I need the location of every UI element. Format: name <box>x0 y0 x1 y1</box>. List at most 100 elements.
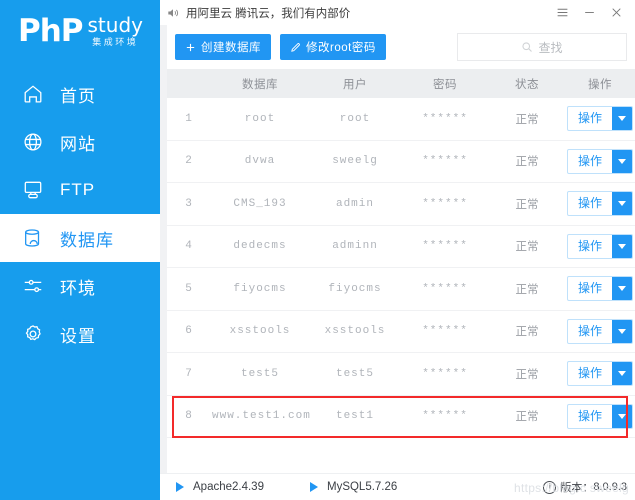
close-icon[interactable] <box>610 6 623 19</box>
sidebar-item-label: 环境 <box>60 274 96 299</box>
cell-status: 正常 <box>489 310 565 353</box>
toolbar: 创建数据库 修改root密码 查找 <box>167 25 635 69</box>
cell-password: ****** <box>401 353 489 396</box>
cell-database: fiyocms <box>211 268 309 311</box>
change-root-password-button[interactable]: 修改root密码 <box>280 34 386 60</box>
table-row[interactable]: 8www.test1.comtest1******正常操作 <box>167 395 635 438</box>
search-input[interactable]: 查找 <box>457 33 627 61</box>
table-row[interactable]: 4dedecmsadminn******正常操作 <box>167 225 635 268</box>
service-mysql[interactable]: MySQL5.7.26 <box>310 481 397 493</box>
cell-user: test1 <box>309 395 401 438</box>
cell-index: 6 <box>167 310 211 353</box>
cell-status: 正常 <box>489 140 565 183</box>
table-header: 数据库 用户 密码 状态 操作 <box>167 69 635 98</box>
cell-password: ****** <box>401 268 489 311</box>
row-action-label: 操作 <box>568 193 612 214</box>
cell-status: 正常 <box>489 395 565 438</box>
cell-action: 操作 <box>565 140 635 183</box>
logo-primary-text: PhP <box>18 16 83 46</box>
cell-password: ****** <box>401 183 489 226</box>
sidebar-item-label: FTP <box>60 180 95 200</box>
cell-user: xsstools <box>309 310 401 353</box>
cell-status: 正常 <box>489 353 565 396</box>
gear-icon <box>22 323 44 345</box>
row-action-button[interactable]: 操作 <box>567 234 633 259</box>
cell-action: 操作 <box>565 395 635 438</box>
chevron-down-icon[interactable] <box>612 405 632 428</box>
cell-password: ****** <box>401 225 489 268</box>
cell-action: 操作 <box>565 183 635 226</box>
play-icon <box>310 482 318 492</box>
content-left-gutter <box>160 25 167 473</box>
row-action-button[interactable]: 操作 <box>567 276 633 301</box>
play-icon <box>176 482 184 492</box>
chevron-down-icon[interactable] <box>612 192 632 215</box>
app-window: PhP study 集成环境 首页 <box>0 0 635 500</box>
row-action-button[interactable]: 操作 <box>567 319 633 344</box>
table-header-row: 数据库 用户 密码 状态 操作 <box>167 69 635 98</box>
chevron-down-icon[interactable] <box>612 277 632 300</box>
table-header-password: 密码 <box>401 69 489 98</box>
cell-action: 操作 <box>565 98 635 140</box>
row-action-label: 操作 <box>568 321 612 342</box>
chevron-down-icon[interactable] <box>612 150 632 173</box>
row-action-button[interactable]: 操作 <box>567 106 633 131</box>
hamburger-icon[interactable] <box>556 6 569 19</box>
cell-database: www.test1.com <box>211 395 309 438</box>
sidebar: PhP study 集成环境 首页 <box>0 0 160 500</box>
cell-user: root <box>309 98 401 140</box>
chevron-down-icon[interactable] <box>612 107 632 130</box>
cell-database: CMS_193 <box>211 183 309 226</box>
sidebar-item-database[interactable]: 数据库 <box>0 214 160 262</box>
table-row[interactable]: 7test5test5******正常操作 <box>167 353 635 396</box>
search-icon <box>521 41 533 53</box>
table-header-database: 数据库 <box>211 69 309 98</box>
cell-action: 操作 <box>565 268 635 311</box>
window-title: 用阿里云 腾讯云，我们有内部价 <box>186 5 556 21</box>
sidebar-item-label: 网站 <box>60 130 96 155</box>
row-action-button[interactable]: 操作 <box>567 191 633 216</box>
table-header-user: 用户 <box>309 69 401 98</box>
content-area: 创建数据库 修改root密码 查找 <box>167 25 635 473</box>
cell-password: ****** <box>401 140 489 183</box>
cell-index: 1 <box>167 98 211 140</box>
cell-status: 正常 <box>489 268 565 311</box>
table-row[interactable]: 5fiyocmsfiyocms******正常操作 <box>167 268 635 311</box>
chevron-down-icon[interactable] <box>612 235 632 258</box>
table-row[interactable]: 6xsstoolsxsstools******正常操作 <box>167 310 635 353</box>
sidebar-item-environment[interactable]: 环境 <box>0 262 160 310</box>
cell-database: dedecms <box>211 225 309 268</box>
status-footer: Apache2.4.39 MySQL5.7.26 https://blog.c … <box>160 473 635 500</box>
service-apache[interactable]: Apache2.4.39 <box>176 481 264 493</box>
minimize-icon[interactable] <box>583 6 596 19</box>
row-action-button[interactable]: 操作 <box>567 404 633 429</box>
chevron-down-icon[interactable] <box>612 320 632 343</box>
table-row[interactable]: 3CMS_193admin******正常操作 <box>167 183 635 226</box>
row-action-button[interactable]: 操作 <box>567 149 633 174</box>
table-header-status: 状态 <box>489 69 565 98</box>
row-action-label: 操作 <box>568 406 612 427</box>
plus-icon <box>185 42 196 53</box>
info-icon: i <box>543 481 556 494</box>
sidebar-item-ftp[interactable]: FTP <box>0 166 160 214</box>
sidebar-item-website[interactable]: 网站 <box>0 118 160 166</box>
chevron-down-icon[interactable] <box>612 362 632 385</box>
table-row[interactable]: 2dvwasweelg******正常操作 <box>167 140 635 183</box>
table-row[interactable]: 1rootroot******正常操作 <box>167 98 635 140</box>
row-action-button[interactable]: 操作 <box>567 361 633 386</box>
sidebar-item-label: 首页 <box>60 82 96 107</box>
sidebar-item-settings[interactable]: 设置 <box>0 310 160 358</box>
cell-action: 操作 <box>565 310 635 353</box>
sidebar-item-home[interactable]: 首页 <box>0 70 160 118</box>
create-database-button[interactable]: 创建数据库 <box>175 34 271 60</box>
logo-subtitle-text: 集成环境 <box>92 36 138 48</box>
home-icon <box>22 83 44 105</box>
cell-index: 8 <box>167 395 211 438</box>
cell-index: 7 <box>167 353 211 396</box>
cell-index: 4 <box>167 225 211 268</box>
version-value: 8.0.9.3 <box>593 481 627 493</box>
globe-icon <box>22 131 44 153</box>
main-panel: 用阿里云 腾讯云，我们有内部价 <box>160 0 635 500</box>
cell-status: 正常 <box>489 225 565 268</box>
window-titlebar: 用阿里云 腾讯云，我们有内部价 <box>160 0 635 25</box>
